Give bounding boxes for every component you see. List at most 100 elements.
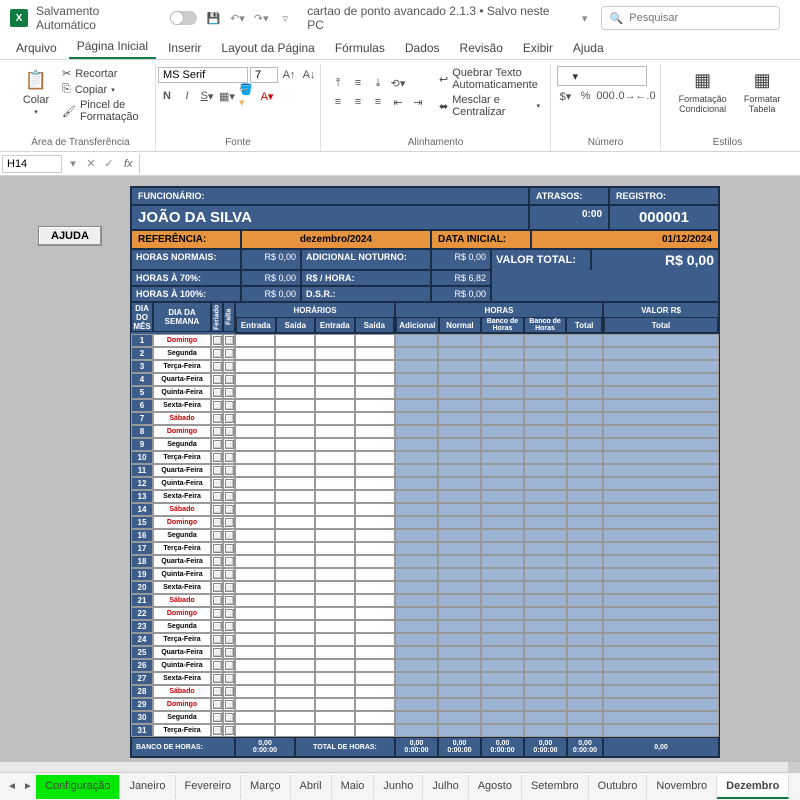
- saida-cell[interactable]: [275, 698, 315, 711]
- entrada2-cell[interactable]: [315, 503, 355, 516]
- entrada2-cell[interactable]: [315, 334, 355, 347]
- feriado-checkbox[interactable]: [211, 438, 223, 451]
- entrada-cell[interactable]: [235, 477, 275, 490]
- falta-checkbox[interactable]: [223, 529, 235, 542]
- entrada2-cell[interactable]: [315, 477, 355, 490]
- saida-cell[interactable]: [275, 568, 315, 581]
- sheet-tab-janeiro[interactable]: Janeiro: [120, 775, 175, 799]
- entrada2-cell[interactable]: [315, 347, 355, 360]
- saida2-cell[interactable]: [355, 399, 395, 412]
- entrada-cell[interactable]: [235, 581, 275, 594]
- saida2-cell[interactable]: [355, 659, 395, 672]
- entrada-cell[interactable]: [235, 672, 275, 685]
- menu-inserir[interactable]: Inserir: [160, 37, 209, 59]
- saida-cell[interactable]: [275, 477, 315, 490]
- feriado-checkbox[interactable]: [211, 451, 223, 464]
- entrada2-cell[interactable]: [315, 438, 355, 451]
- font-color-button[interactable]: A▾: [258, 87, 276, 105]
- entrada-cell[interactable]: [235, 490, 275, 503]
- feriado-checkbox[interactable]: [211, 399, 223, 412]
- entrada2-cell[interactable]: [315, 399, 355, 412]
- entrada2-cell[interactable]: [315, 711, 355, 724]
- entrada-cell[interactable]: [235, 659, 275, 672]
- feriado-checkbox[interactable]: [211, 503, 223, 516]
- entrada2-cell[interactable]: [315, 568, 355, 581]
- entrada2-cell[interactable]: [315, 555, 355, 568]
- align-center-icon[interactable]: ≡: [349, 93, 367, 111]
- falta-checkbox[interactable]: [223, 659, 235, 672]
- feriado-checkbox[interactable]: [211, 594, 223, 607]
- entrada2-cell[interactable]: [315, 373, 355, 386]
- entrada-cell[interactable]: [235, 360, 275, 373]
- format-painter-button[interactable]: 🖌Pincel de Formatação: [60, 98, 147, 124]
- sheet-tab-julho[interactable]: Julho: [423, 775, 468, 799]
- entrada-cell[interactable]: [235, 607, 275, 620]
- entrada2-cell[interactable]: [315, 425, 355, 438]
- falta-checkbox[interactable]: [223, 334, 235, 347]
- feriado-checkbox[interactable]: [211, 568, 223, 581]
- falta-checkbox[interactable]: [223, 464, 235, 477]
- entrada2-cell[interactable]: [315, 724, 355, 737]
- falta-checkbox[interactable]: [223, 581, 235, 594]
- saida-cell[interactable]: [275, 334, 315, 347]
- sheet-tab-abril[interactable]: Abril: [291, 775, 332, 799]
- entrada2-cell[interactable]: [315, 490, 355, 503]
- saida2-cell[interactable]: [355, 477, 395, 490]
- sheet-tab-outubro[interactable]: Outubro: [589, 775, 648, 799]
- entrada2-cell[interactable]: [315, 672, 355, 685]
- feriado-checkbox[interactable]: [211, 711, 223, 724]
- entrada-cell[interactable]: [235, 594, 275, 607]
- falta-checkbox[interactable]: [223, 685, 235, 698]
- sheet-tab-setembro[interactable]: Setembro: [522, 775, 589, 799]
- saida-cell[interactable]: [275, 542, 315, 555]
- falta-checkbox[interactable]: [223, 633, 235, 646]
- undo-icon[interactable]: ↶▾: [229, 10, 245, 26]
- saida2-cell[interactable]: [355, 386, 395, 399]
- feriado-checkbox[interactable]: [211, 334, 223, 347]
- sheet-tab-configuração[interactable]: Configuração: [36, 775, 120, 799]
- indent-inc-icon[interactable]: ⇥: [409, 93, 427, 111]
- saida-cell[interactable]: [275, 360, 315, 373]
- saida-cell[interactable]: [275, 607, 315, 620]
- saida-cell[interactable]: [275, 438, 315, 451]
- falta-checkbox[interactable]: [223, 490, 235, 503]
- align-bottom-icon[interactable]: ⤓: [369, 74, 387, 92]
- saida2-cell[interactable]: [355, 555, 395, 568]
- feriado-checkbox[interactable]: [211, 425, 223, 438]
- format-table-button[interactable]: ▦Formatar Tabela: [738, 66, 786, 116]
- saida-cell[interactable]: [275, 464, 315, 477]
- entrada2-cell[interactable]: [315, 633, 355, 646]
- saida-cell[interactable]: [275, 529, 315, 542]
- saida-cell[interactable]: [275, 659, 315, 672]
- entrada-cell[interactable]: [235, 555, 275, 568]
- saida-cell[interactable]: [275, 425, 315, 438]
- entrada-cell[interactable]: [235, 451, 275, 464]
- entrada-cell[interactable]: [235, 347, 275, 360]
- saida-cell[interactable]: [275, 516, 315, 529]
- align-right-icon[interactable]: ≡: [369, 93, 387, 111]
- saida2-cell[interactable]: [355, 529, 395, 542]
- feriado-checkbox[interactable]: [211, 360, 223, 373]
- saida2-cell[interactable]: [355, 568, 395, 581]
- feriado-checkbox[interactable]: [211, 581, 223, 594]
- falta-checkbox[interactable]: [223, 425, 235, 438]
- name-box[interactable]: [2, 155, 62, 173]
- saida-cell[interactable]: [275, 620, 315, 633]
- falta-checkbox[interactable]: [223, 373, 235, 386]
- feriado-checkbox[interactable]: [211, 724, 223, 737]
- feriado-checkbox[interactable]: [211, 516, 223, 529]
- italic-button[interactable]: I: [178, 87, 196, 105]
- saida2-cell[interactable]: [355, 360, 395, 373]
- saida2-cell[interactable]: [355, 334, 395, 347]
- saida2-cell[interactable]: [355, 347, 395, 360]
- menu-ajuda[interactable]: Ajuda: [565, 37, 612, 59]
- entrada2-cell[interactable]: [315, 542, 355, 555]
- feriado-checkbox[interactable]: [211, 659, 223, 672]
- falta-checkbox[interactable]: [223, 360, 235, 373]
- entrada2-cell[interactable]: [315, 386, 355, 399]
- saida2-cell[interactable]: [355, 646, 395, 659]
- entrada2-cell[interactable]: [315, 594, 355, 607]
- saida-cell[interactable]: [275, 724, 315, 737]
- menu-dados[interactable]: Dados: [397, 37, 448, 59]
- feriado-checkbox[interactable]: [211, 698, 223, 711]
